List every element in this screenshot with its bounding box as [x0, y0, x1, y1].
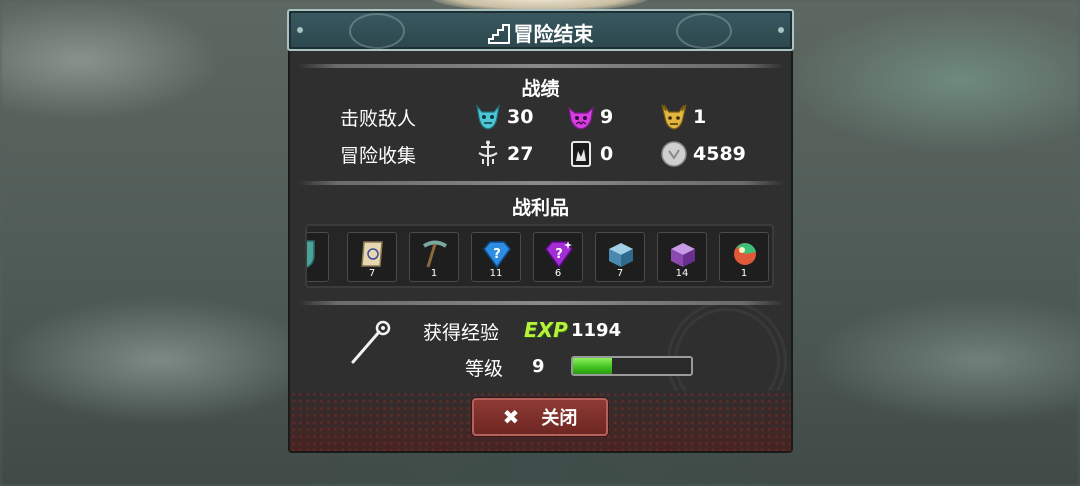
purple-demon-icon [568, 106, 594, 130]
rainbow-orb-icon [734, 243, 756, 265]
divider-top [298, 64, 784, 68]
loot-count: 0 [307, 268, 328, 279]
level-progress-fill [573, 358, 612, 374]
exp-gained-label: 获得经验 [423, 322, 500, 344]
page-title: 冒险结束 [289, 18, 792, 47]
stat-purple-demon-value: 9 [600, 106, 614, 128]
level-value: 9 [532, 356, 545, 377]
ornament-icon [478, 140, 498, 166]
exp-value: 1194 [571, 320, 622, 341]
stat-gold-demon: 1 [659, 102, 706, 132]
crystal-card-icon [571, 141, 591, 167]
stat-ornament: 27 [473, 139, 533, 169]
page-title-text: 冒险结束 [513, 22, 594, 46]
stat-silver-coin-value: 4589 [693, 143, 746, 165]
stat-purple-demon: 9 [566, 102, 613, 132]
teal-demon-icon [476, 103, 500, 130]
loot-item[interactable]: 0 [307, 232, 329, 282]
stat-gold-demon-value: 1 [693, 106, 707, 128]
blue-question-gem-icon: ? [483, 241, 511, 269]
close-button-label: 关闭 [541, 408, 578, 429]
stat-ornament-value: 27 [507, 143, 534, 165]
loot-item[interactable]: ? 11 [471, 232, 521, 282]
stat-teal-demon: 30 [473, 102, 533, 132]
section-title-loot: 战利品 [511, 197, 569, 219]
level-progress-bar [571, 356, 693, 376]
loot-count: 1 [430, 268, 438, 279]
stat-crystal-card-value: 0 [600, 143, 614, 165]
loot-item[interactable]: 14 [657, 232, 707, 282]
divider-bottom [298, 301, 784, 305]
close-icon: ✖ [502, 405, 520, 429]
loot-item[interactable]: ? 6 [533, 232, 583, 282]
loot-item[interactable]: 7 [595, 232, 645, 282]
stairs-icon [487, 24, 510, 44]
loot-count: 1 [740, 268, 748, 279]
loot-count: 11 [489, 268, 503, 279]
loot-count: 14 [675, 268, 689, 279]
staff-icon [351, 320, 391, 364]
purple-chest-icon [671, 243, 695, 267]
pickaxe-icon [422, 240, 448, 268]
purple-question-gem-icon: ? [545, 241, 573, 269]
section-title-record: 战绩 [521, 78, 560, 100]
loot-count: 7 [616, 268, 624, 279]
close-button[interactable]: ✖ 关闭 [472, 398, 608, 436]
loot-item[interactable]: 1 [409, 232, 459, 282]
loot-item[interactable]: 1 [719, 232, 769, 282]
divider-middle [298, 181, 784, 185]
blue-chest-icon [609, 243, 633, 267]
title-bar: 冒险结束 [287, 9, 794, 51]
scroll-icon [361, 241, 383, 267]
loot-count: 7 [368, 268, 376, 279]
exp-badge: EXP [524, 318, 568, 342]
stat-silver-coin: 4589 [659, 139, 746, 169]
defeat-enemies-label: 击败敌人 [340, 108, 417, 130]
loot-count: 6 [554, 268, 562, 279]
loot-item[interactable]: 7 [347, 232, 397, 282]
stat-crystal-card: 0 [566, 139, 613, 169]
svg-text:?: ? [493, 247, 501, 262]
silver-coin-icon [661, 141, 687, 167]
gold-demon-icon [661, 104, 687, 130]
loot-list[interactable]: 0 7 1 ? 11 ? 6 7 14 1 [305, 224, 774, 288]
partial-shield-icon [307, 240, 315, 268]
adventure-collect-label: 冒险收集 [340, 145, 417, 167]
svg-text:?: ? [555, 247, 563, 262]
stat-teal-demon-value: 30 [507, 106, 534, 128]
level-label: 等级 [465, 358, 504, 380]
